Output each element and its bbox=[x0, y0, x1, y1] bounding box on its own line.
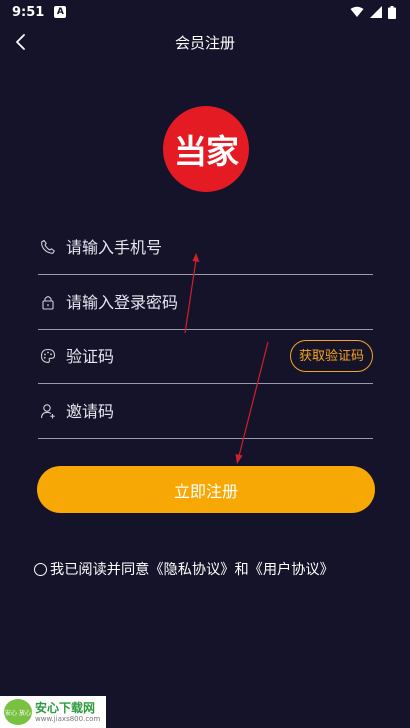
phone-field bbox=[38, 220, 373, 275]
app-logo: 当家 bbox=[163, 106, 249, 192]
agreement-conjunction: 和 bbox=[234, 562, 249, 578]
annotation-arrowhead-down bbox=[235, 454, 243, 464]
notification-icon: A bbox=[54, 6, 67, 18]
watermark-title: 安心下载网 bbox=[35, 700, 96, 715]
user-add-icon bbox=[40, 404, 55, 419]
agreement-radio[interactable] bbox=[34, 562, 47, 576]
password-input[interactable] bbox=[66, 292, 286, 312]
watermark-url: www.jiaxs800.com bbox=[35, 714, 101, 723]
cellular-signal-icon bbox=[370, 6, 382, 18]
verification-code-field: 获取验证码 bbox=[38, 329, 373, 384]
status-time: 9:51 bbox=[12, 4, 45, 20]
user-agreement-link[interactable]: 《用户协议》 bbox=[249, 559, 334, 579]
page-title: 会员注册 bbox=[174, 33, 235, 52]
agreement-row: 我已阅读并同意 《隐私协议》 和 《用户协议》 bbox=[34, 560, 334, 578]
header: 会员注册 bbox=[0, 28, 410, 56]
battery-icon bbox=[388, 5, 396, 19]
register-button[interactable]: 立即注册 bbox=[37, 466, 375, 513]
privacy-agreement-link[interactable]: 《隐私协议》 bbox=[149, 559, 234, 579]
get-code-button[interactable]: 获取验证码 bbox=[289, 340, 373, 372]
back-arrow-icon[interactable] bbox=[12, 32, 30, 52]
watermark-logo: 安心 放心 bbox=[4, 699, 32, 725]
invite-code-input[interactable] bbox=[66, 401, 286, 421]
status-icons bbox=[350, 5, 396, 19]
invite-code-field bbox=[38, 384, 373, 439]
watermark: 安心 放心 安心下载网 www.jiaxs800.com bbox=[0, 696, 106, 728]
phone-input[interactable] bbox=[66, 237, 286, 257]
lock-icon bbox=[42, 296, 54, 310]
verification-code-input[interactable] bbox=[66, 346, 256, 366]
agreement-prefix: 我已阅读并同意 bbox=[50, 562, 150, 578]
wifi-icon bbox=[350, 6, 364, 17]
password-field bbox=[38, 275, 373, 330]
palette-icon bbox=[40, 348, 56, 363]
status-bar: 9:51 A bbox=[0, 0, 410, 24]
phone-icon bbox=[41, 239, 55, 254]
